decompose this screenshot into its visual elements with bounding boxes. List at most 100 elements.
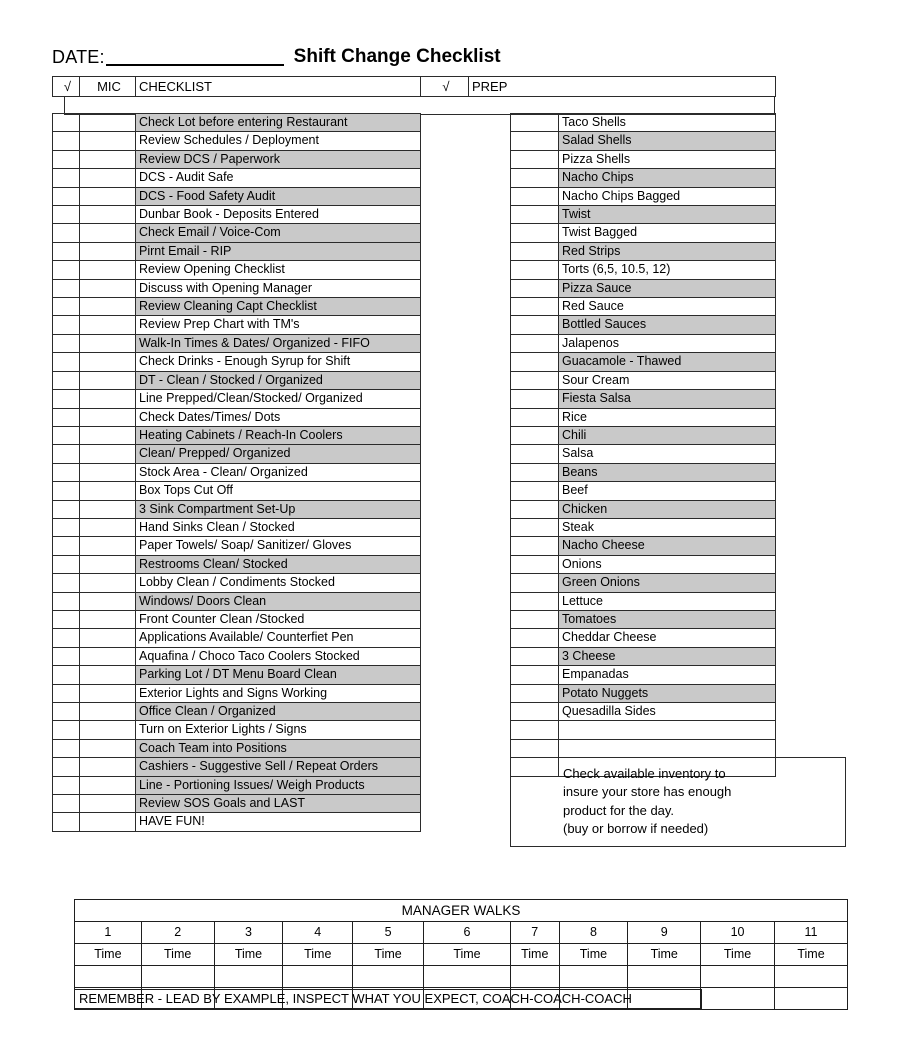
checklist-checkbox-cell[interactable] <box>52 260 80 280</box>
checklist-checkbox-cell[interactable] <box>52 131 80 151</box>
manager-walk-entry-cell[interactable] <box>140 965 215 988</box>
checklist-checkbox-cell[interactable] <box>52 757 80 777</box>
prep-checkbox-cell[interactable] <box>510 278 559 299</box>
checklist-mic-cell[interactable] <box>79 352 136 372</box>
checklist-mic-cell[interactable] <box>79 609 136 630</box>
checklist-mic-cell[interactable] <box>79 481 136 501</box>
checklist-mic-cell[interactable] <box>79 444 136 464</box>
prep-checkbox-cell[interactable] <box>510 609 559 630</box>
manager-walk-entry-cell[interactable] <box>422 965 511 988</box>
checklist-mic-cell[interactable] <box>79 757 136 777</box>
checklist-checkbox-cell[interactable] <box>52 720 80 740</box>
checklist-mic-cell[interactable] <box>79 278 136 299</box>
prep-checkbox-cell[interactable] <box>510 591 559 611</box>
checklist-checkbox-cell[interactable] <box>52 481 80 501</box>
manager-walk-entry-cell[interactable] <box>74 965 142 988</box>
checklist-checkbox-cell[interactable] <box>52 462 80 483</box>
checklist-checkbox-cell[interactable] <box>52 241 80 262</box>
checklist-mic-cell[interactable] <box>79 517 136 538</box>
prep-checkbox-cell[interactable] <box>510 554 559 575</box>
manager-walks-entry-row[interactable] <box>74 965 849 988</box>
manager-walk-entry-cell[interactable] <box>627 965 702 988</box>
checklist-mic-cell[interactable] <box>79 646 136 667</box>
checklist-mic-cell[interactable] <box>79 775 136 796</box>
checklist-mic-cell[interactable] <box>79 499 136 519</box>
prep-checkbox-cell[interactable] <box>510 352 559 372</box>
prep-checkbox-cell[interactable] <box>510 444 559 464</box>
prep-checkbox-cell[interactable] <box>510 573 559 593</box>
checklist-checkbox-cell[interactable] <box>52 554 80 575</box>
checklist-checkbox-cell[interactable] <box>52 573 80 593</box>
checklist-mic-cell[interactable] <box>79 131 136 151</box>
checklist-checkbox-cell[interactable] <box>52 425 80 446</box>
prep-checkbox-cell[interactable] <box>510 499 559 519</box>
prep-checkbox-cell[interactable] <box>510 628 559 648</box>
prep-checkbox-cell[interactable] <box>510 315 559 335</box>
manager-walk-entry-cell[interactable] <box>352 965 424 988</box>
manager-walk-entry-cell[interactable] <box>213 965 284 988</box>
checklist-mic-cell[interactable] <box>79 425 136 446</box>
checklist-checkbox-cell[interactable] <box>52 517 80 538</box>
checklist-checkbox-cell[interactable] <box>52 223 80 243</box>
prep-checkbox-cell[interactable] <box>510 333 559 354</box>
checklist-checkbox-cell[interactable] <box>52 407 80 427</box>
prep-checkbox-cell[interactable] <box>510 389 559 409</box>
prep-checkbox-cell[interactable] <box>510 665 559 685</box>
checklist-checkbox-cell[interactable] <box>52 701 80 722</box>
prep-checkbox-cell[interactable] <box>510 646 559 667</box>
checklist-mic-cell[interactable] <box>79 333 136 354</box>
checklist-mic-cell[interactable] <box>79 260 136 280</box>
prep-checkbox-cell[interactable] <box>510 683 559 704</box>
checklist-mic-cell[interactable] <box>79 720 136 740</box>
checklist-mic-cell[interactable] <box>79 149 136 170</box>
date-input-blank[interactable] <box>105 47 284 66</box>
checklist-checkbox-cell[interactable] <box>52 352 80 372</box>
manager-walk-entry-cell[interactable] <box>282 965 354 988</box>
checklist-checkbox-cell[interactable] <box>52 370 80 391</box>
checklist-mic-cell[interactable] <box>79 665 136 685</box>
prep-checkbox-cell[interactable] <box>510 131 559 151</box>
checklist-mic-cell[interactable] <box>79 794 136 814</box>
checklist-checkbox-cell[interactable] <box>52 536 80 556</box>
checklist-checkbox-cell[interactable] <box>52 775 80 796</box>
checklist-checkbox-cell[interactable] <box>52 499 80 519</box>
manager-walk-entry-cell[interactable] <box>773 987 849 1010</box>
checklist-checkbox-cell[interactable] <box>52 297 80 317</box>
prep-checkbox-cell[interactable] <box>510 370 559 391</box>
checklist-mic-cell[interactable] <box>79 389 136 409</box>
prep-checkbox-cell[interactable] <box>510 517 559 538</box>
checklist-checkbox-cell[interactable] <box>52 794 80 814</box>
prep-checkbox-cell[interactable] <box>510 536 559 556</box>
prep-checkbox-cell[interactable] <box>510 260 559 280</box>
checklist-mic-cell[interactable] <box>79 683 136 704</box>
checklist-checkbox-cell[interactable] <box>52 112 80 133</box>
manager-walk-entry-cell[interactable] <box>558 965 629 988</box>
checklist-mic-cell[interactable] <box>79 462 136 483</box>
checklist-mic-cell[interactable] <box>79 536 136 556</box>
checklist-checkbox-cell[interactable] <box>52 444 80 464</box>
checklist-mic-cell[interactable] <box>79 554 136 575</box>
prep-checkbox-cell[interactable] <box>510 297 559 317</box>
prep-checkbox-cell[interactable] <box>510 481 559 501</box>
prep-checkbox-cell[interactable] <box>510 112 559 133</box>
checklist-checkbox-cell[interactable] <box>52 315 80 335</box>
checklist-checkbox-cell[interactable] <box>52 205 80 225</box>
checklist-mic-cell[interactable] <box>79 168 136 188</box>
checklist-checkbox-cell[interactable] <box>52 389 80 409</box>
checklist-mic-cell[interactable] <box>79 628 136 648</box>
prep-checkbox-cell[interactable] <box>510 462 559 483</box>
prep-checkbox-cell[interactable] <box>510 205 559 225</box>
checklist-checkbox-cell[interactable] <box>52 683 80 704</box>
checklist-mic-cell[interactable] <box>79 738 136 759</box>
manager-walk-entry-cell[interactable] <box>700 965 775 988</box>
prep-checkbox-cell[interactable] <box>510 241 559 262</box>
prep-checkbox-cell[interactable] <box>510 168 559 188</box>
checklist-checkbox-cell[interactable] <box>52 333 80 354</box>
checklist-mic-cell[interactable] <box>79 205 136 225</box>
prep-checkbox-cell[interactable] <box>510 701 559 722</box>
checklist-checkbox-cell[interactable] <box>52 168 80 188</box>
checklist-checkbox-cell[interactable] <box>52 609 80 630</box>
checklist-mic-cell[interactable] <box>79 812 136 832</box>
checklist-mic-cell[interactable] <box>79 573 136 593</box>
checklist-mic-cell[interactable] <box>79 223 136 243</box>
